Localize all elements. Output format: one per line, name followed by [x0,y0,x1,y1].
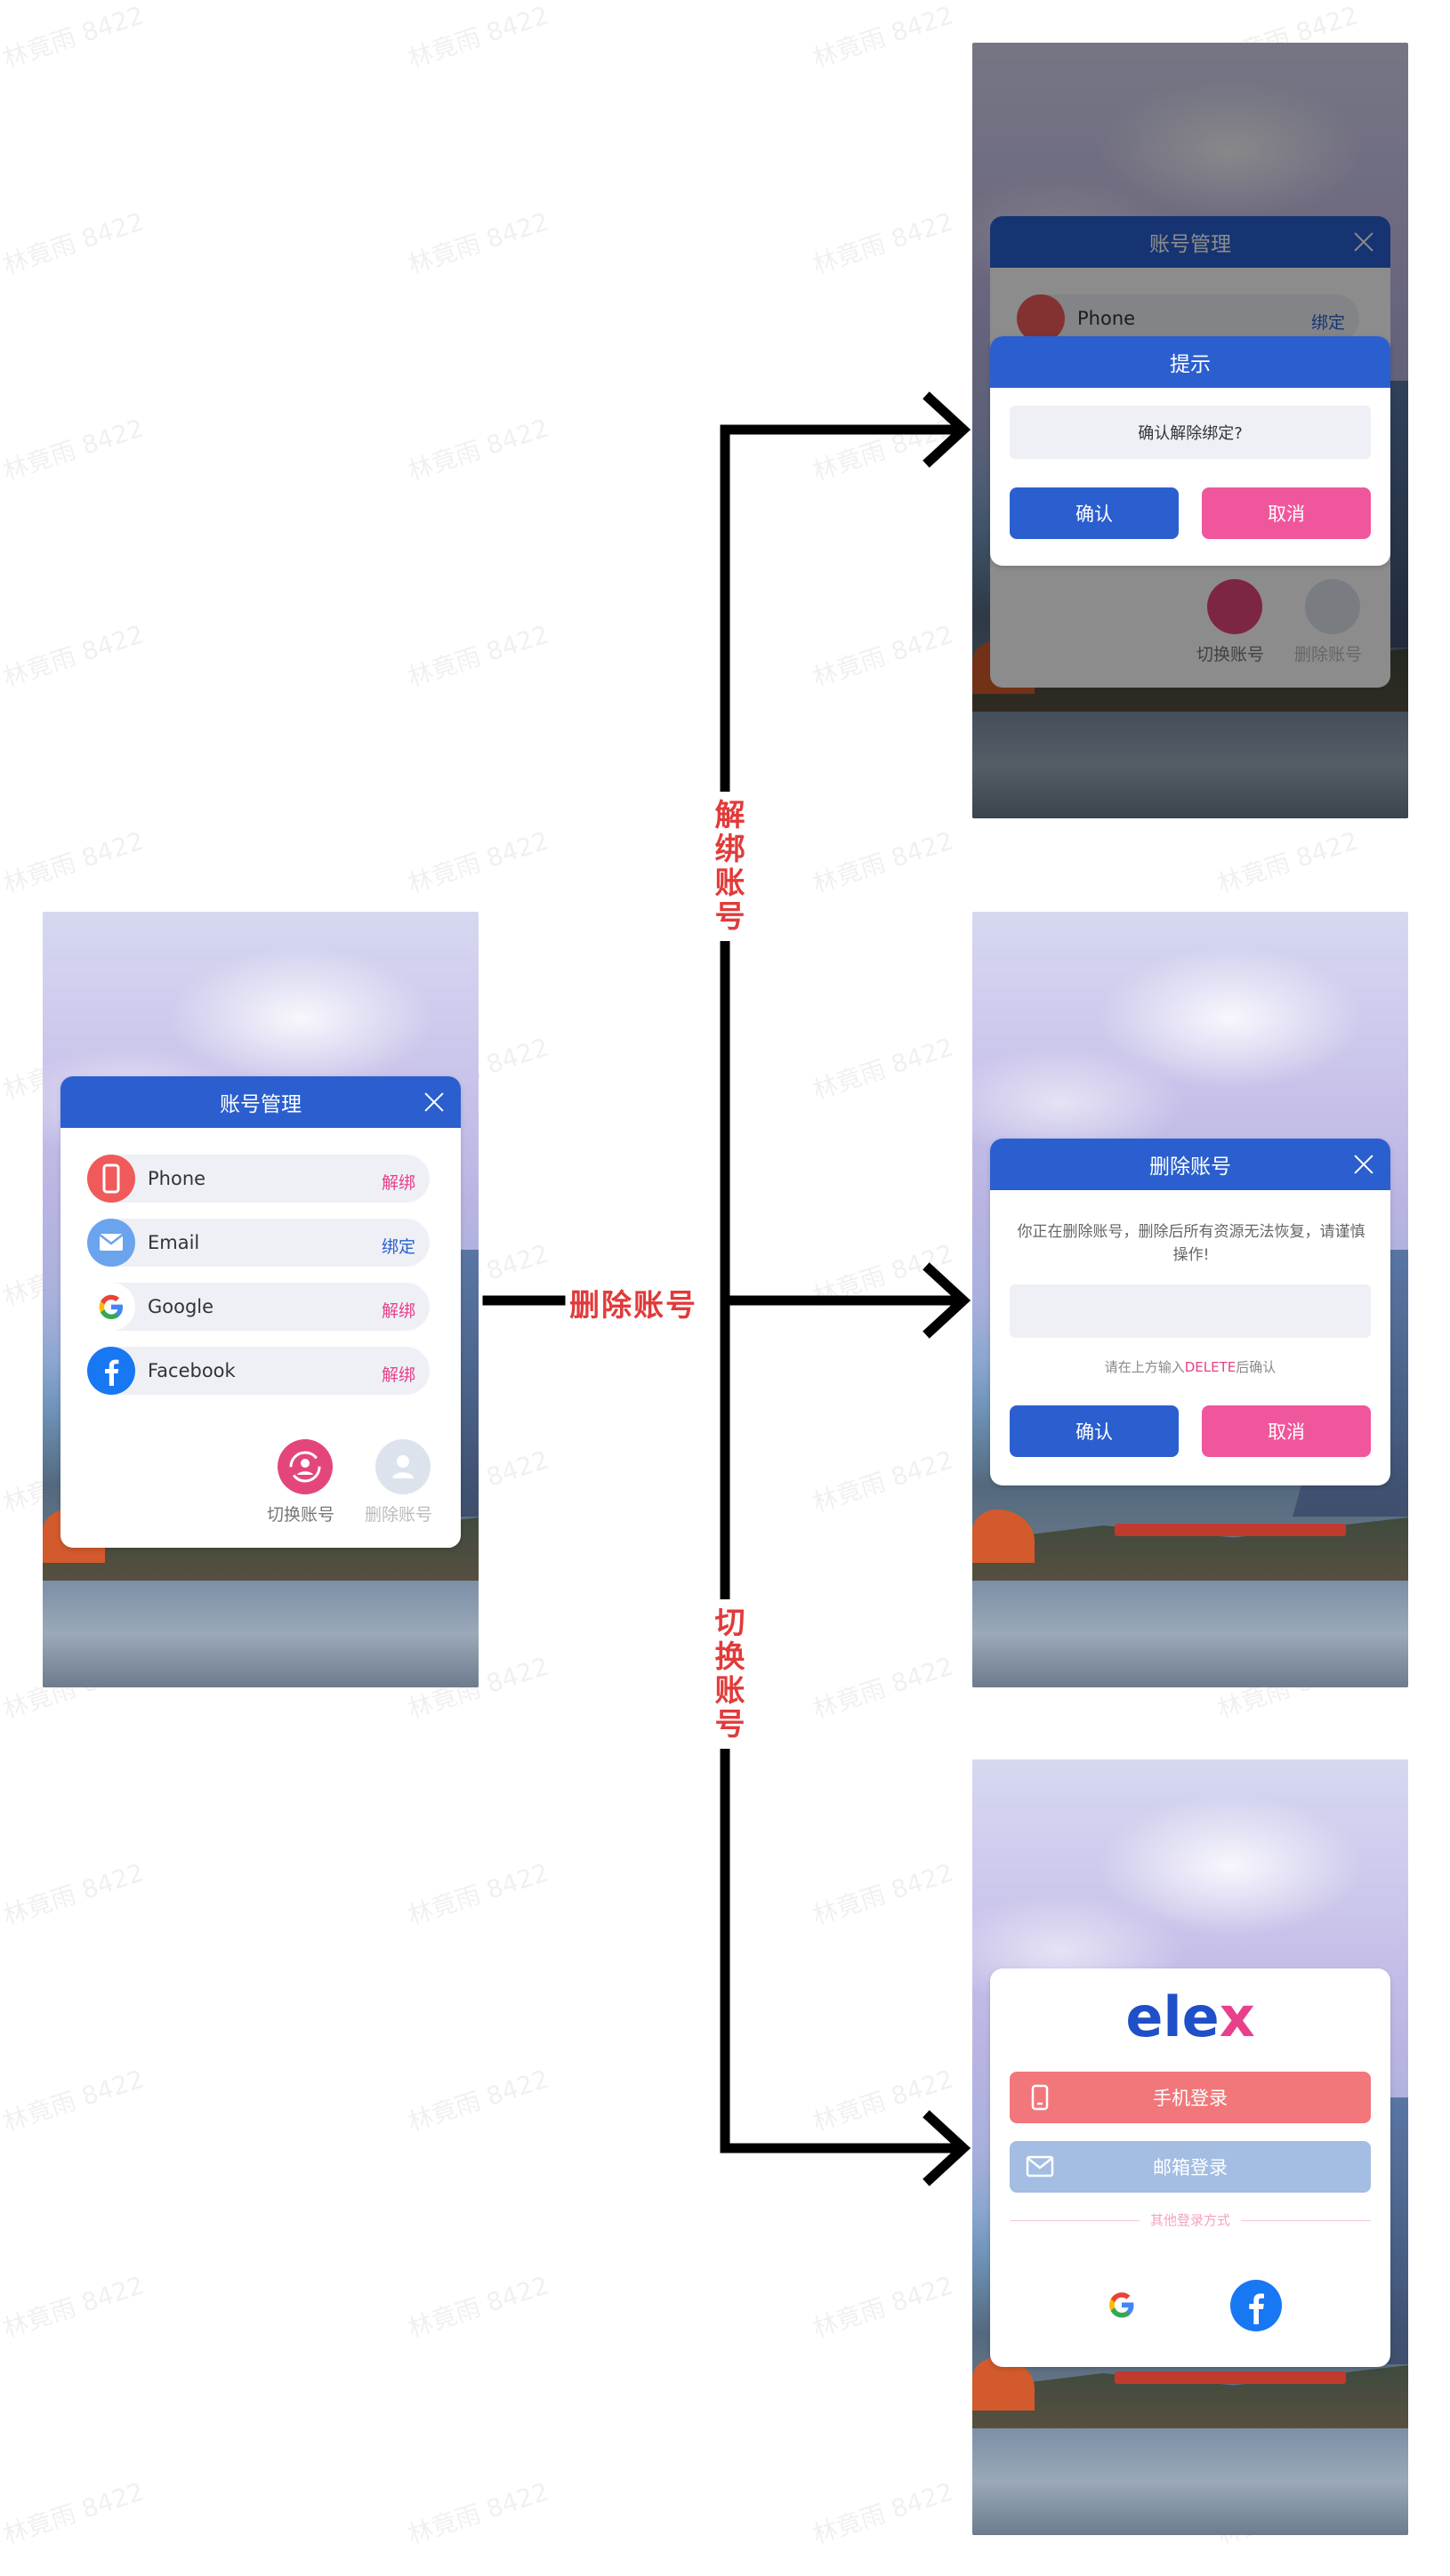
label-unbind-account: 解绑账号 [705,792,749,941]
google-login-button[interactable] [1097,2280,1147,2330]
google-icon [1109,2292,1134,2318]
phone-login-label: 手机登录 [1153,2088,1228,2109]
email-login-label: 邮箱登录 [1153,2157,1228,2178]
unbind-phone-screen: 账号管理 Phone 绑定 切换账号 删除账号 提示 确认解除绑定? 确认 取消 [972,43,1408,818]
login-phone-screen: elex 手机登录 邮箱登录 其他登录方式 [972,1759,1408,2535]
email-login-button[interactable]: 邮箱登录 [1010,2141,1371,2193]
logo-el: el [1125,1984,1182,2049]
delete-hint-prefix: 请在上方输入 [1104,1359,1185,1375]
login-dialog: elex 手机登录 邮箱登录 其他登录方式 [990,1968,1390,2367]
cancel-button[interactable]: 取消 [1202,1405,1371,1457]
facebook-icon [1249,2293,1264,2324]
phone-icon [1031,2084,1049,2111]
logo-x: x [1219,1984,1255,2049]
elex-logo: elex [990,1984,1390,2049]
email-icon [1026,2155,1054,2178]
cancel-button[interactable]: 取消 [1202,487,1371,539]
delete-warning: 你正在删除账号，删除后所有资源无法恢复，请谨慎操作! [1017,1223,1365,1264]
logo-e: e [1181,1984,1220,2049]
confirm-unbind-dialog: 提示 确认解除绑定? 确认 取消 [990,336,1390,566]
dialog-title: 删除账号 [1149,1155,1231,1179]
delete-account-dialog: 删除账号 你正在删除账号，删除后所有资源无法恢复，请谨慎操作! 请在上方输入DE… [990,1139,1390,1485]
delete-phone-screen: 删除账号 你正在删除账号，删除后所有资源无法恢复，请谨慎操作! 请在上方输入DE… [972,912,1408,1687]
delete-hint: 请在上方输入DELETE后确认 [990,1357,1390,1376]
other-login-label: 其他登录方式 [1139,2212,1241,2228]
confirm-button[interactable]: 确认 [1010,487,1179,539]
delete-hint-keyword: DELETE [1184,1359,1237,1375]
confirm-message: 确认解除绑定? [1010,406,1371,459]
label-delete-account: 删除账号 [569,1281,697,1324]
dialog-header: 删除账号 [990,1139,1390,1190]
delete-confirm-input[interactable] [1010,1284,1371,1338]
label-switch-account: 切换账号 [705,1599,749,1749]
dialog-header: 提示 [990,336,1390,388]
close-icon[interactable] [1353,1154,1374,1175]
confirm-button[interactable]: 确认 [1010,1405,1179,1457]
other-login-label-wrap: 其他登录方式 [990,2210,1390,2229]
facebook-login-button[interactable] [1230,2280,1282,2331]
delete-hint-suffix: 后确认 [1236,1359,1277,1375]
phone-login-button[interactable]: 手机登录 [1010,2072,1371,2123]
dialog-title: 提示 [1170,353,1211,376]
